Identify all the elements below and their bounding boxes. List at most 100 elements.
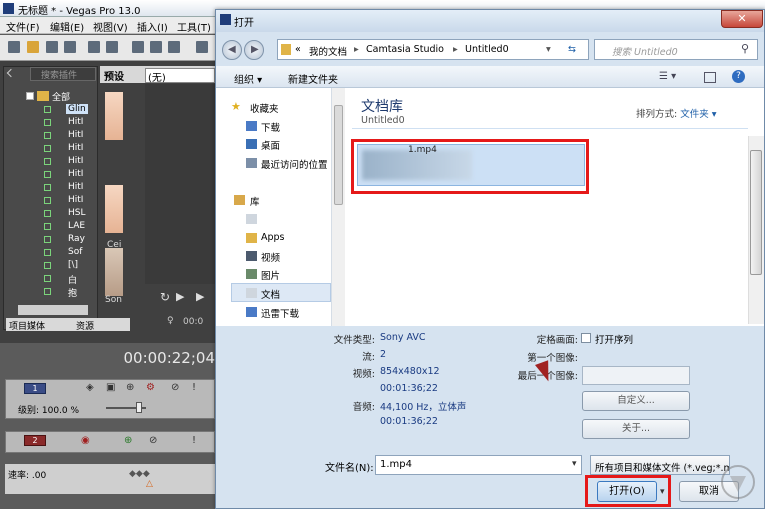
plugin-icon (44, 171, 51, 178)
tree-item[interactable]: HitI (68, 182, 83, 192)
menu-edit[interactable]: 编辑(E) (50, 19, 84, 34)
preview-pane-icon[interactable] (704, 72, 716, 83)
search-icon[interactable]: ⚲ (741, 42, 749, 55)
folder-icon (37, 91, 49, 101)
vegas-app-icon (3, 3, 14, 14)
filename-dropdown-icon[interactable]: ▾ (572, 459, 577, 469)
open-folder-icon[interactable] (27, 41, 39, 53)
mute-icon[interactable]: ⊘ (149, 435, 157, 446)
tree-item[interactable]: 白 (68, 273, 77, 286)
tree-item[interactable]: 抱 (68, 286, 77, 299)
nav-pictures[interactable]: 图片 (261, 268, 280, 282)
close-button[interactable]: ✕ (721, 10, 763, 28)
nav-apps[interactable]: Apps (261, 232, 285, 243)
tree-toggle-icon[interactable] (26, 92, 34, 100)
nav-recent[interactable]: 最近访问的位置 (261, 157, 328, 171)
track-fx-icon[interactable]: ▣ (106, 382, 115, 393)
tree-item[interactable]: Glin (66, 104, 88, 114)
composite-icon[interactable]: ⊕ (126, 382, 134, 393)
file-list-scrollbar-thumb[interactable] (750, 150, 762, 275)
breadcrumb-camtasia[interactable]: Camtasia Studio (366, 44, 444, 55)
tree-item[interactable]: HitI (68, 143, 83, 153)
tree-item[interactable]: [\] (68, 260, 78, 270)
save-as-icon[interactable] (64, 41, 76, 53)
new-folder-button[interactable]: 新建文件夹 (288, 71, 338, 86)
back-button[interactable]: ◀ (222, 40, 242, 60)
mute-icon[interactable]: ⊘ (171, 382, 179, 393)
arrange-by[interactable]: 排列方式: 文件夹 ▾ (636, 106, 717, 120)
vegas-tabs: 项目媒体 资源 (6, 318, 130, 332)
filename-input[interactable]: 1.mp4 (375, 455, 582, 475)
explorer-hscrollbar[interactable] (18, 305, 88, 315)
preset-thumbnail[interactable] (105, 92, 123, 140)
menu-file[interactable]: 文件(F) (6, 19, 40, 34)
solo-icon[interactable]: ! (192, 382, 196, 393)
filetype-filter-select[interactable]: 所有项目和媒体文件 (*.veg;*.m (590, 455, 730, 475)
tree-item[interactable]: HitI (68, 117, 83, 127)
dropdown-arrow-icon[interactable]: ▾ (546, 44, 551, 55)
breadcrumb-my-documents[interactable]: 我的文档 (309, 44, 347, 58)
paste-icon[interactable] (168, 41, 180, 53)
custom-button[interactable]: 自定义... (582, 391, 690, 411)
copy-icon[interactable] (150, 41, 162, 53)
preset-dropdown[interactable]: (无) (145, 68, 215, 84)
track-motion-icon[interactable]: ◈ (86, 382, 94, 393)
render-icon[interactable] (106, 41, 118, 53)
video-duration: 00:01:36;22 (380, 383, 438, 394)
menu-tools[interactable]: 工具(T) (177, 19, 211, 34)
save-icon[interactable] (46, 41, 58, 53)
menu-view[interactable]: 视图(V) (93, 19, 128, 34)
star-icon: ★ (231, 100, 241, 113)
nav-desktop[interactable]: 桌面 (261, 138, 280, 152)
address-bar[interactable]: « 我的文档 ▸ Camtasia Studio ▸ Untitled0 ▾ ⇆ (277, 39, 589, 60)
search-input[interactable]: 搜索 Untitled0 (594, 39, 758, 60)
nav-libraries[interactable]: 库 (250, 194, 260, 208)
nav-documents[interactable]: 文档 (261, 287, 280, 301)
breadcrumb-untitled[interactable]: Untitled0 (465, 44, 509, 55)
tree-item[interactable]: HitI (68, 195, 83, 205)
tab-project-media[interactable]: 项目媒体 (9, 319, 45, 332)
preset-thumbnail[interactable] (105, 185, 123, 233)
nav-videos[interactable]: 视频 (261, 250, 280, 264)
tree-item[interactable]: Sof (68, 247, 82, 257)
play-icon[interactable]: ▶ (196, 290, 204, 303)
menu-insert[interactable]: 插入(I) (137, 19, 168, 34)
rate-slider[interactable]: ◆◆◆ (129, 469, 150, 479)
about-button[interactable]: 关于... (582, 419, 690, 439)
tree-item[interactable]: LAE (68, 221, 85, 231)
nav-downloads[interactable]: 下载 (261, 120, 280, 134)
tree-item[interactable]: HitI (68, 156, 83, 166)
breadcrumb-overflow[interactable]: « (295, 44, 301, 55)
settings-gear-icon[interactable]: ⚙ (146, 382, 155, 393)
refresh-icon[interactable]: ⇆ (568, 44, 576, 55)
view-mode-icon[interactable]: ☰ ▾ (659, 71, 676, 82)
cut-icon[interactable] (132, 41, 144, 53)
tab-resources[interactable]: 资源 (76, 319, 94, 332)
last-image-input[interactable] (582, 366, 690, 385)
breadcrumb-separator-icon: ▸ (453, 44, 458, 55)
undo-icon[interactable] (196, 41, 208, 53)
properties-icon[interactable] (88, 41, 100, 53)
plugin-search-input[interactable]: 搜索插件 (30, 67, 96, 81)
help-icon[interactable]: ? (732, 70, 745, 83)
level-slider-handle[interactable] (136, 402, 142, 413)
tree-item[interactable]: HSL (68, 208, 86, 218)
tree-item[interactable]: Ray (68, 234, 85, 244)
nav-xunlei[interactable]: 迅雷下载 (261, 306, 299, 320)
audio-fx-icon[interactable]: ⊕ (124, 435, 132, 446)
arrange-value[interactable]: 文件夹 ▾ (680, 109, 716, 120)
open-sequence-checkbox[interactable] (581, 333, 591, 343)
organize-button[interactable]: 组织 ▾ (234, 71, 262, 86)
forward-button[interactable]: ▶ (244, 40, 264, 60)
new-icon[interactable] (8, 41, 20, 53)
tree-item[interactable]: HitI (68, 169, 83, 179)
play-from-start-icon[interactable]: ▶ (176, 290, 184, 303)
loop-icon[interactable]: ↻ (160, 290, 170, 304)
record-icon[interactable]: ◉ (81, 435, 90, 446)
nav-scrollbar-thumb[interactable] (334, 105, 343, 205)
tree-item[interactable]: HitI (68, 130, 83, 140)
tree-root[interactable]: 全部 (52, 90, 70, 103)
solo-icon[interactable]: ! (192, 435, 196, 446)
preset-thumbnail[interactable] (105, 248, 123, 296)
nav-favorites[interactable]: 收藏夹 (250, 101, 279, 115)
